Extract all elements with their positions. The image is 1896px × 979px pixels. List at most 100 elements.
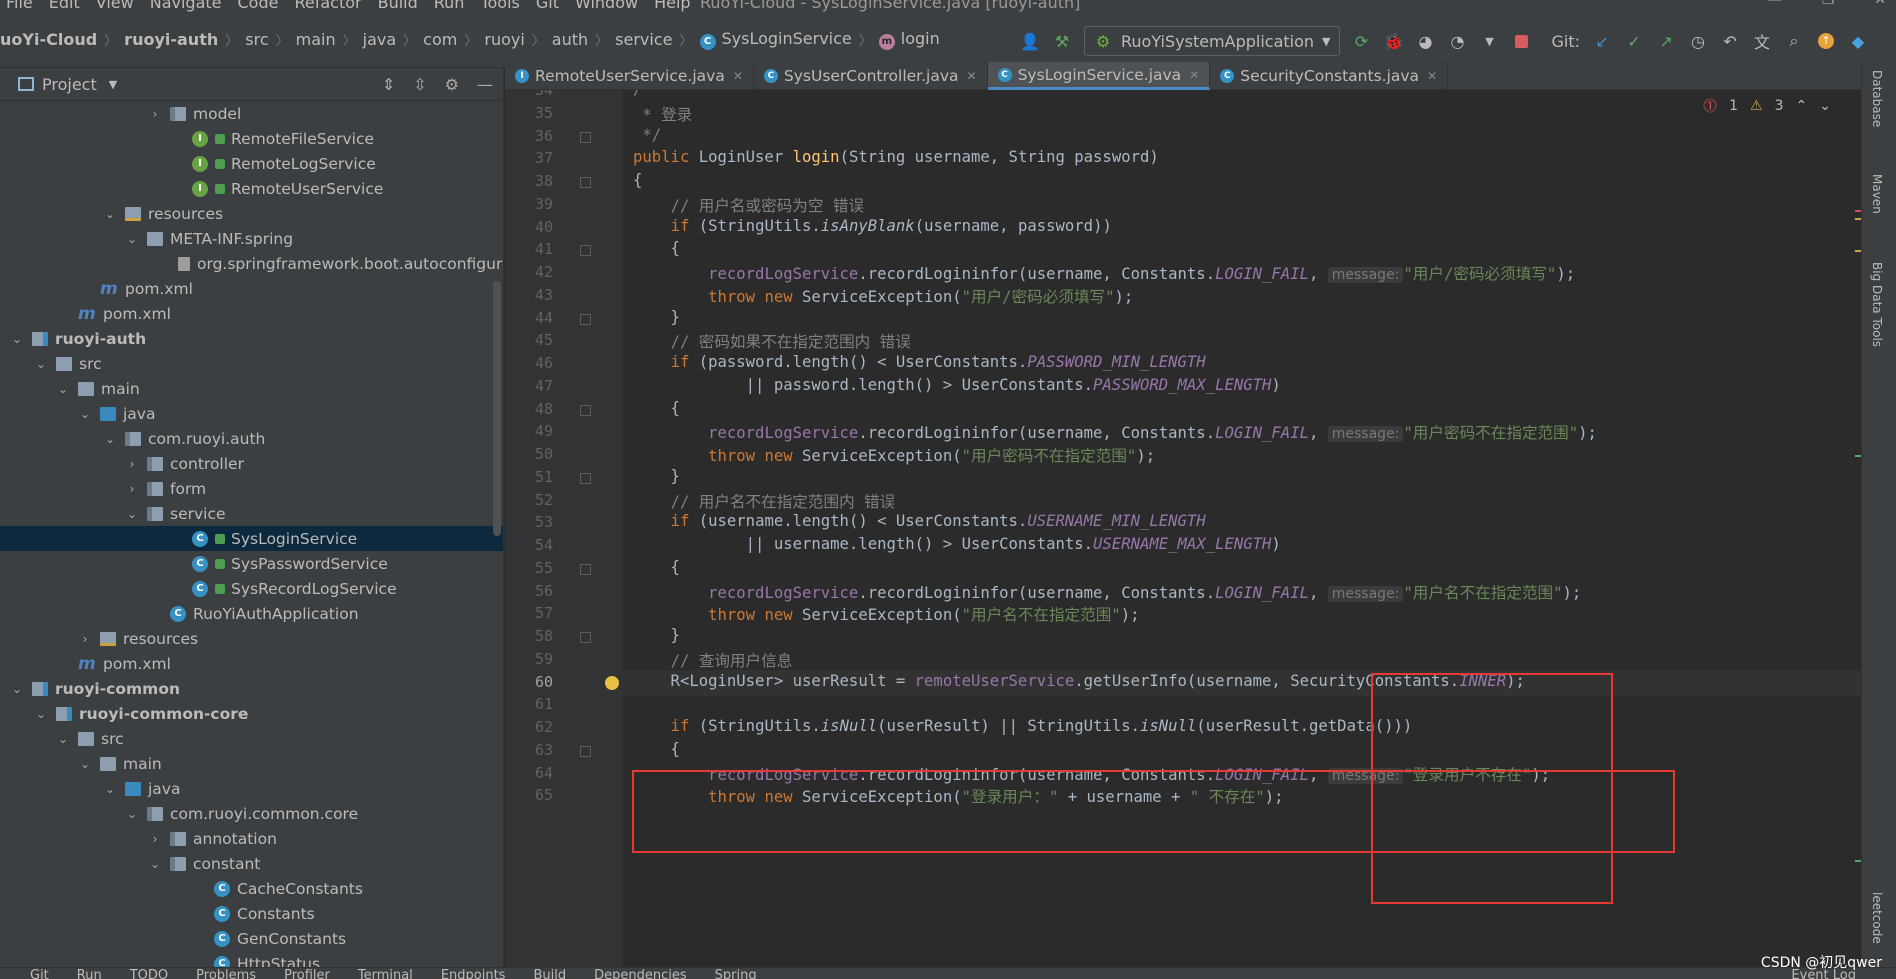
tree-item[interactable]: › resources [0, 626, 503, 651]
jetbrains-logo-icon[interactable]: ◆ [1848, 31, 1868, 51]
tree-item[interactable]: C SysPasswordService [0, 551, 503, 576]
menu-item-window[interactable]: Window [575, 0, 638, 12]
minimize-icon[interactable]: — [1768, 0, 1782, 8]
breadcrumb-item[interactable]: C SysLoginService [699, 29, 852, 50]
tree-item[interactable]: ⌄ service [0, 501, 503, 526]
intention-bulb-icon[interactable] [605, 675, 619, 690]
fold-marker-icon[interactable] [580, 472, 591, 484]
chevron-down-icon[interactable]: ⌄ [56, 732, 70, 746]
chevron-down-icon[interactable]: ⌄ [78, 407, 92, 421]
tree-item[interactable]: ⌄ ruoyi-common-core [0, 701, 503, 726]
breadcrumb-item[interactable]: java [363, 30, 397, 49]
breadcrumb-item[interactable]: com [423, 30, 457, 49]
tree-item[interactable]: C SysLoginService [0, 526, 503, 551]
chevron-right-icon[interactable]: › [78, 632, 92, 646]
tree-item[interactable]: ⌄ ruoyi-common [0, 676, 503, 701]
tree-item[interactable]: org.springframework.boot.autoconfigure [0, 251, 503, 276]
bottom-tool-spring[interactable]: Spring [715, 968, 757, 979]
editor-tab[interactable]: C SysLoginService.java ✕ [987, 62, 1211, 90]
menu-item-edit[interactable]: Edit [49, 0, 80, 12]
chevron-right-icon[interactable]: › [148, 107, 162, 121]
update-available-icon[interactable]: ↑ [1816, 31, 1836, 51]
fold-marker-icon[interactable] [580, 313, 591, 325]
chevron-down-icon[interactable]: ⌄ [125, 232, 139, 246]
git-update-icon[interactable]: ↙ [1592, 31, 1612, 51]
fold-marker-icon[interactable] [580, 245, 591, 257]
bottom-tool-profiler[interactable]: Profiler [284, 968, 330, 979]
project-panel-title[interactable]: Project [42, 75, 97, 94]
chevron-down-icon[interactable]: ⌄ [10, 682, 24, 696]
fold-marker-icon[interactable] [580, 404, 591, 416]
breadcrumb-item[interactable]: m login [878, 29, 940, 50]
next-highlight-icon[interactable]: ⌄ [1819, 98, 1831, 114]
right-tool-leetcode[interactable]: leetcode [1870, 892, 1884, 944]
bottom-tool-problems[interactable]: Problems [196, 968, 256, 979]
gear-icon[interactable]: ⚙ [445, 75, 459, 94]
fold-marker-icon[interactable] [580, 177, 591, 188]
chevron-right-icon[interactable]: › [125, 457, 139, 471]
tree-item[interactable]: C RuoYiAuthApplication [0, 601, 503, 626]
tree-item[interactable]: I RemoteFileService [0, 126, 503, 151]
fold-marker-icon[interactable] [580, 745, 591, 757]
tree-item[interactable]: › form [0, 476, 503, 501]
tree-item[interactable]: C SysRecordLogService [0, 576, 503, 601]
hide-panel-icon[interactable]: — [477, 75, 493, 94]
right-tool-database[interactable]: Database [1870, 70, 1884, 127]
breadcrumb-item[interactable]: ruoyi [484, 30, 524, 49]
tree-item[interactable]: ⌄ src [0, 726, 503, 751]
close-tab-icon[interactable]: ✕ [967, 69, 977, 83]
tree-item[interactable]: ⌄ java [0, 401, 503, 426]
menu-item-file[interactable]: File [6, 0, 33, 12]
bottom-tool-git[interactable]: Git [30, 968, 49, 979]
tree-item[interactable]: m pom.xml [0, 301, 503, 326]
breadcrumb-item[interactable]: auth [552, 30, 588, 49]
bottom-tool-endpoints[interactable]: Endpoints [441, 968, 506, 979]
bottom-tool-dependencies[interactable]: Dependencies [594, 968, 687, 979]
menu-item-git[interactable]: Git [536, 0, 559, 12]
editor-tab[interactable]: I RemoteUserService.java ✕ [505, 62, 754, 90]
tree-item[interactable]: C GenConstants [0, 926, 503, 951]
right-tool-maven[interactable]: Maven [1870, 174, 1884, 214]
bottom-tool-build[interactable]: Build [533, 968, 566, 979]
chevron-down-icon[interactable]: ⌄ [125, 807, 139, 821]
menu-item-navigate[interactable]: Navigate [150, 0, 222, 12]
tree-item[interactable]: ⌄ resources [0, 201, 503, 226]
editor-tab[interactable]: C SecurityConstants.java ✕ [1210, 62, 1449, 90]
menu-item-build[interactable]: Build [378, 0, 418, 12]
rerun-icon[interactable]: ⟳ [1352, 31, 1372, 51]
tree-item[interactable]: ⌄ java [0, 776, 503, 801]
bottom-tool-run[interactable]: Run [77, 968, 102, 979]
tree-item[interactable]: m pom.xml [0, 276, 503, 301]
restore-icon[interactable]: ❐ [1822, 0, 1835, 8]
history-clock-icon[interactable]: ◷ [1688, 31, 1708, 51]
fold-marker-icon[interactable] [580, 131, 591, 143]
breadcrumb-item[interactable]: ruoyi-auth [124, 30, 218, 49]
chevron-right-icon[interactable]: › [148, 832, 162, 846]
profile-icon[interactable]: ◔ [1448, 31, 1468, 51]
menu-item-refactor[interactable]: Refactor [294, 0, 361, 12]
git-push-icon[interactable]: ↗ [1656, 31, 1676, 51]
close-icon[interactable]: ✕ [1874, 0, 1886, 8]
tree-item[interactable]: ⌄ constant [0, 851, 503, 876]
breadcrumb-item[interactable]: main [296, 30, 336, 49]
breadcrumb-item[interactable]: uoYi-Cloud [0, 30, 97, 49]
tree-item[interactable]: › controller [0, 451, 503, 476]
bottom-tool-terminal[interactable]: Terminal [358, 968, 413, 979]
menu-item-code[interactable]: Code [238, 0, 279, 12]
collapse-all-icon[interactable]: ⇳ [413, 75, 426, 94]
translate-icon[interactable]: 文 [1752, 31, 1772, 52]
git-commit-icon[interactable]: ✓ [1624, 31, 1644, 51]
tree-item[interactable]: › model [0, 101, 503, 126]
build-hammer-icon[interactable]: ⚒ [1052, 31, 1072, 51]
fold-marker-icon[interactable] [580, 563, 591, 575]
chevron-down-icon[interactable]: ⌄ [34, 357, 48, 371]
menu-item-tools[interactable]: Tools [480, 0, 519, 12]
menu-item-run[interactable]: Run [434, 0, 465, 12]
rollback-icon[interactable]: ↶ [1720, 31, 1740, 51]
close-tab-icon[interactable]: ✕ [1427, 69, 1437, 83]
bottom-tool-todo[interactable]: TODO [130, 968, 168, 979]
tree-item[interactable]: m pom.xml [0, 651, 503, 676]
previous-highlight-icon[interactable]: ⌃ [1796, 98, 1808, 114]
menu-item-view[interactable]: View [96, 0, 134, 12]
inspections-widget[interactable]: ⓵ 1 ⚠ 3 ⌃ ⌄ [1703, 96, 1831, 116]
